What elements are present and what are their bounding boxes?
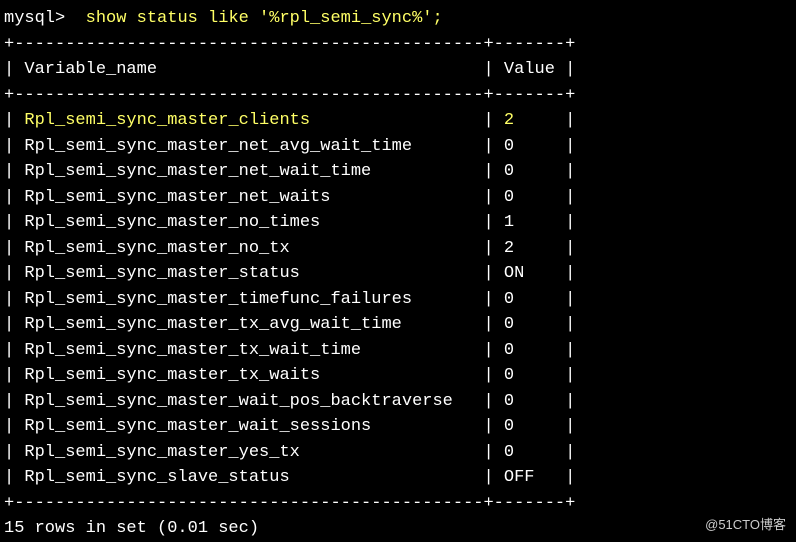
table-row: | Rpl_semi_sync_master_yes_tx | 0 | <box>4 440 792 466</box>
table-row: | Rpl_semi_sync_master_net_wait_time | 0… <box>4 159 792 185</box>
watermark: @51CTO博客 <box>705 515 786 535</box>
table-divider-top: +---------------------------------------… <box>4 32 792 58</box>
table-divider-mid: +---------------------------------------… <box>4 83 792 109</box>
table-row: | Rpl_semi_sync_master_net_waits | 0 | <box>4 185 792 211</box>
table-row: | Rpl_semi_sync_master_status | ON | <box>4 261 792 287</box>
table-row: | Rpl_semi_sync_master_no_times | 1 | <box>4 210 792 236</box>
table-row: | Rpl_semi_sync_master_wait_sessions | 0… <box>4 414 792 440</box>
table-row: | Rpl_semi_sync_master_tx_avg_wait_time … <box>4 312 792 338</box>
table-row: | Rpl_semi_sync_master_tx_wait_time | 0 … <box>4 338 792 364</box>
variable-name: Rpl_semi_sync_master_clients <box>24 111 473 130</box>
table-row: | Rpl_semi_sync_slave_status | OFF | <box>4 465 792 491</box>
mysql-prompt: mysql> <box>4 9 86 28</box>
table-row: | Rpl_semi_sync_master_no_tx | 2 | <box>4 236 792 262</box>
sql-command: show status like '%rpl_semi_sync%'; <box>86 9 443 28</box>
table-row: | Rpl_semi_sync_master_timefunc_failures… <box>4 287 792 313</box>
table-row: | Rpl_semi_sync_master_clients | 2 | <box>4 108 792 134</box>
table-divider-bottom: +---------------------------------------… <box>4 491 792 517</box>
result-footer: 15 rows in set (0.01 sec) <box>4 516 792 542</box>
table-row: | Rpl_semi_sync_master_wait_pos_backtrav… <box>4 389 792 415</box>
table-row: | Rpl_semi_sync_master_net_avg_wait_time… <box>4 134 792 160</box>
table-row: | Rpl_semi_sync_master_tx_waits | 0 | <box>4 363 792 389</box>
table-header: | Variable_name | Value | <box>4 57 792 83</box>
command-line[interactable]: mysql> show status like '%rpl_semi_sync%… <box>4 6 792 32</box>
table-body: | Rpl_semi_sync_master_clients | 2 || Rp… <box>4 108 792 491</box>
variable-value: 2 <box>504 111 555 130</box>
